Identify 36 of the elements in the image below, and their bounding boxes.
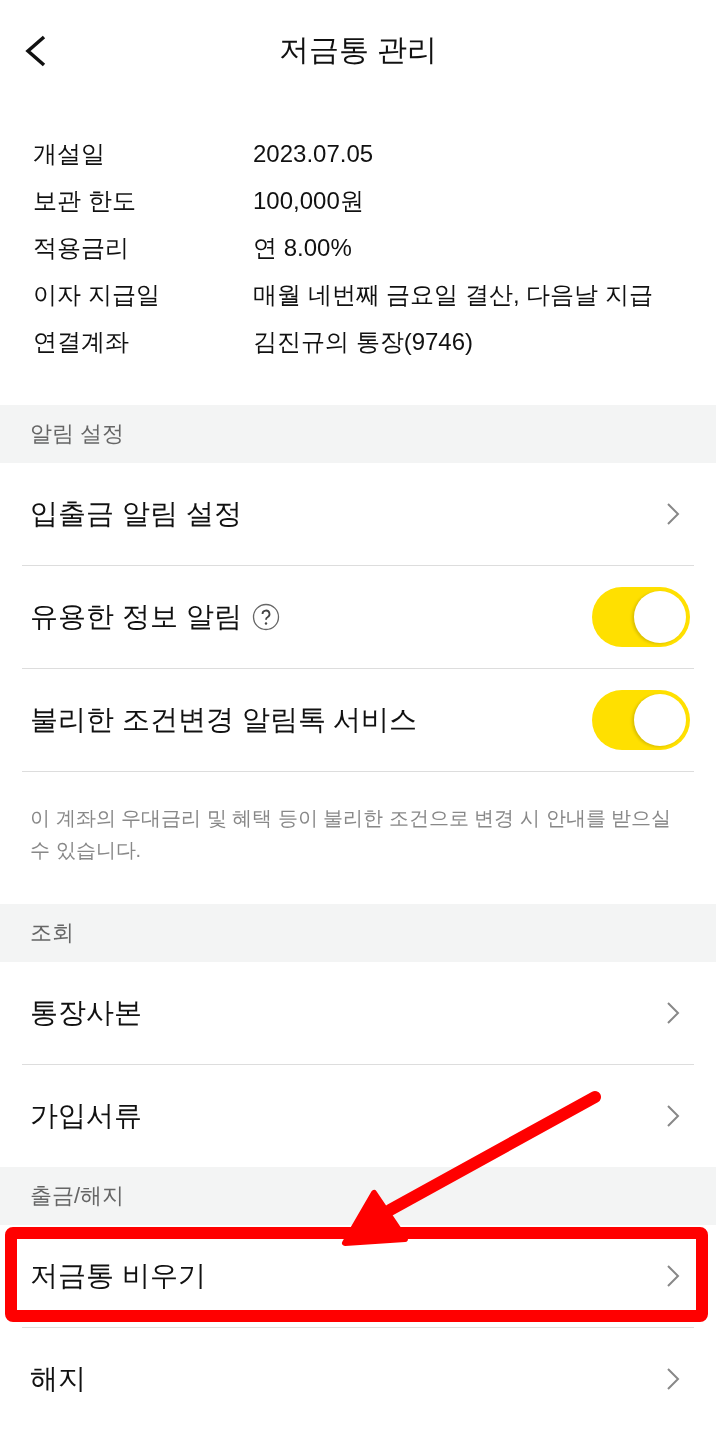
info-value: 2023.07.05 <box>253 139 374 168</box>
row-label: 입출금 알림 설정 <box>30 497 242 531</box>
info-note: 이 계좌의 우대금리 및 혜택 등이 불리한 조건으로 변경 시 안내를 받으실 수 있습니다. <box>29 806 673 863</box>
row-label: 가입서류 <box>30 1099 142 1133</box>
info-value: 김진규의 통장(9746) <box>253 326 474 357</box>
info-label: 연결계좌 <box>33 326 130 357</box>
section-header: 출금/해지 <box>0 1167 716 1225</box>
row-label: 불리한 조건변경 알림톡 서비스 <box>30 703 418 737</box>
row-label: 유용한 정보 알림 <box>30 600 242 634</box>
menu-row[interactable]: 입출금 알림 설정 <box>22 463 694 566</box>
info-value: 연 8.00% <box>253 232 352 263</box>
row-label: 저금통 비우기 <box>30 1259 206 1293</box>
section-header: 알림 설정 <box>0 405 716 463</box>
help-icon[interactable] <box>251 603 280 631</box>
info-label: 적용금리 <box>33 232 130 263</box>
menu-row[interactable]: 가입서류 <box>22 1065 694 1167</box>
chevron-right-icon <box>666 1264 680 1288</box>
info-label: 보관 한도 <box>33 185 137 216</box>
chevron-right-icon <box>666 502 680 526</box>
row-label: 해지 <box>30 1362 86 1396</box>
chevron-right-icon <box>666 1001 680 1025</box>
menu-row[interactable]: 통장사본 <box>22 962 694 1065</box>
info-label: 이자 지급일 <box>33 279 161 310</box>
menu-row[interactable]: 불리한 조건변경 알림톡 서비스 <box>22 669 694 772</box>
section-header: 조회 <box>0 904 716 962</box>
chevron-right-icon <box>666 1104 680 1128</box>
info-value: 매월 네번째 금요일 결산, 다음날 지급 <box>253 279 653 310</box>
menu-row[interactable]: 유용한 정보 알림 <box>22 566 694 669</box>
chevron-right-icon <box>666 1367 680 1391</box>
row-label: 통장사본 <box>30 996 142 1030</box>
menu-row[interactable]: 해지 <box>22 1328 694 1430</box>
info-value: 100,000원 <box>253 185 364 216</box>
toggle-switch[interactable] <box>592 587 690 647</box>
info-label: 개설일 <box>33 138 106 169</box>
toggle-switch[interactable] <box>592 690 690 750</box>
page-title: 저금통 관리 <box>278 31 438 68</box>
